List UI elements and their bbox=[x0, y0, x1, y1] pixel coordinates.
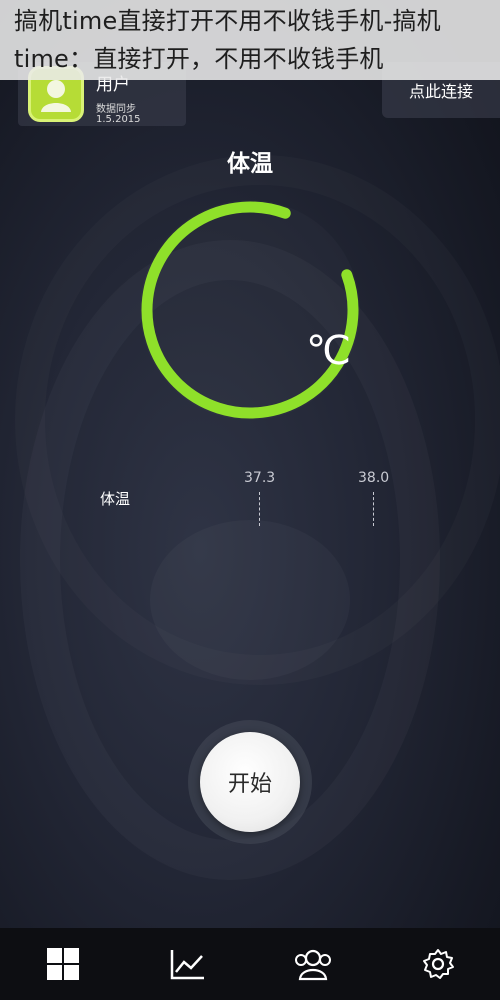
page-title: 体温 bbox=[227, 151, 273, 177]
scale-label: 体温 bbox=[100, 490, 131, 508]
sync-label: 数据同步 bbox=[96, 104, 136, 115]
dashboard-grid-icon bbox=[46, 948, 79, 980]
gear-icon bbox=[422, 949, 454, 979]
tab-settings[interactable] bbox=[408, 934, 468, 994]
users-icon bbox=[294, 949, 331, 981]
temperature-gauge bbox=[141, 201, 359, 419]
tick-line-1 bbox=[259, 492, 260, 526]
user-silhouette-icon bbox=[41, 80, 71, 112]
tab-dashboard[interactable] bbox=[33, 934, 93, 994]
temperature-unit: ℃ bbox=[306, 328, 351, 374]
start-button[interactable]: 开始 bbox=[200, 732, 300, 832]
tick-line-2 bbox=[373, 492, 374, 526]
overlay-caption: 搞机time直接打开不用不收钱手机-搞机time：直接打开，不用不收钱手机 bbox=[0, 0, 500, 80]
chart-line-icon bbox=[170, 950, 204, 980]
tick-label-1: 37.3 bbox=[244, 470, 276, 486]
sync-date: 1.5.2015 bbox=[96, 114, 141, 125]
tab-chart[interactable] bbox=[158, 934, 218, 994]
tick-label-2: 38.0 bbox=[358, 470, 390, 486]
tab-community[interactable] bbox=[283, 934, 343, 994]
bottom-tab-bar bbox=[0, 928, 500, 1000]
